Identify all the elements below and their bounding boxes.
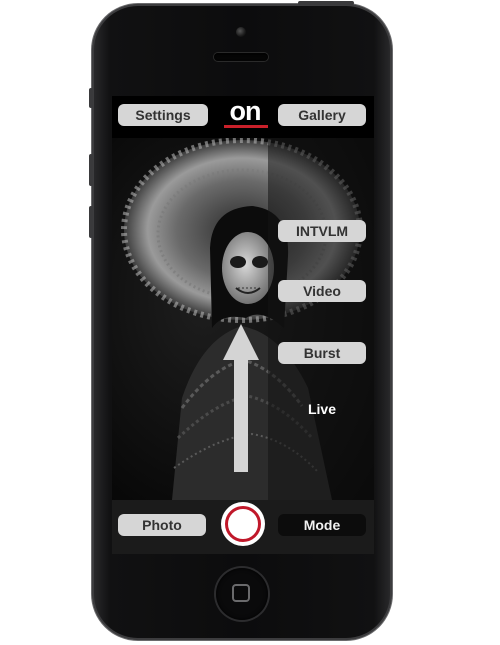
logo-underline [224, 125, 268, 128]
photo-button[interactable]: Photo [118, 514, 206, 536]
up-arrow-icon [223, 324, 259, 360]
mute-switch [89, 88, 93, 108]
shutter-ring [225, 506, 261, 542]
front-camera [236, 27, 246, 37]
home-button-icon[interactable] [216, 568, 268, 620]
app-screen: Settings on Gallery INTVLM Video Burst L… [112, 96, 374, 554]
settings-button[interactable]: Settings [118, 104, 208, 126]
mode-burst-button[interactable]: Burst [278, 342, 366, 364]
volume-down-button [89, 206, 93, 238]
mode-live-button[interactable]: Live [278, 398, 366, 420]
volume-up-button [89, 154, 93, 186]
top-bar: Settings on Gallery [112, 96, 374, 138]
home-square-glyph [232, 584, 250, 602]
mode-menu-panel [268, 138, 374, 500]
shutter-button-icon[interactable] [221, 502, 265, 546]
mode-video-button[interactable]: Video [278, 280, 366, 302]
up-arrow-shaft [234, 360, 248, 472]
app-logo: on [229, 96, 262, 126]
power-button [298, 1, 354, 5]
mode-button[interactable]: Mode [278, 514, 366, 536]
gallery-button[interactable]: Gallery [278, 104, 366, 126]
mode-intvlm-button[interactable]: INTVLM [278, 220, 366, 242]
camera-viewfinder[interactable]: INTVLM Video Burst Live [112, 138, 374, 500]
earpiece-speaker [214, 53, 268, 61]
